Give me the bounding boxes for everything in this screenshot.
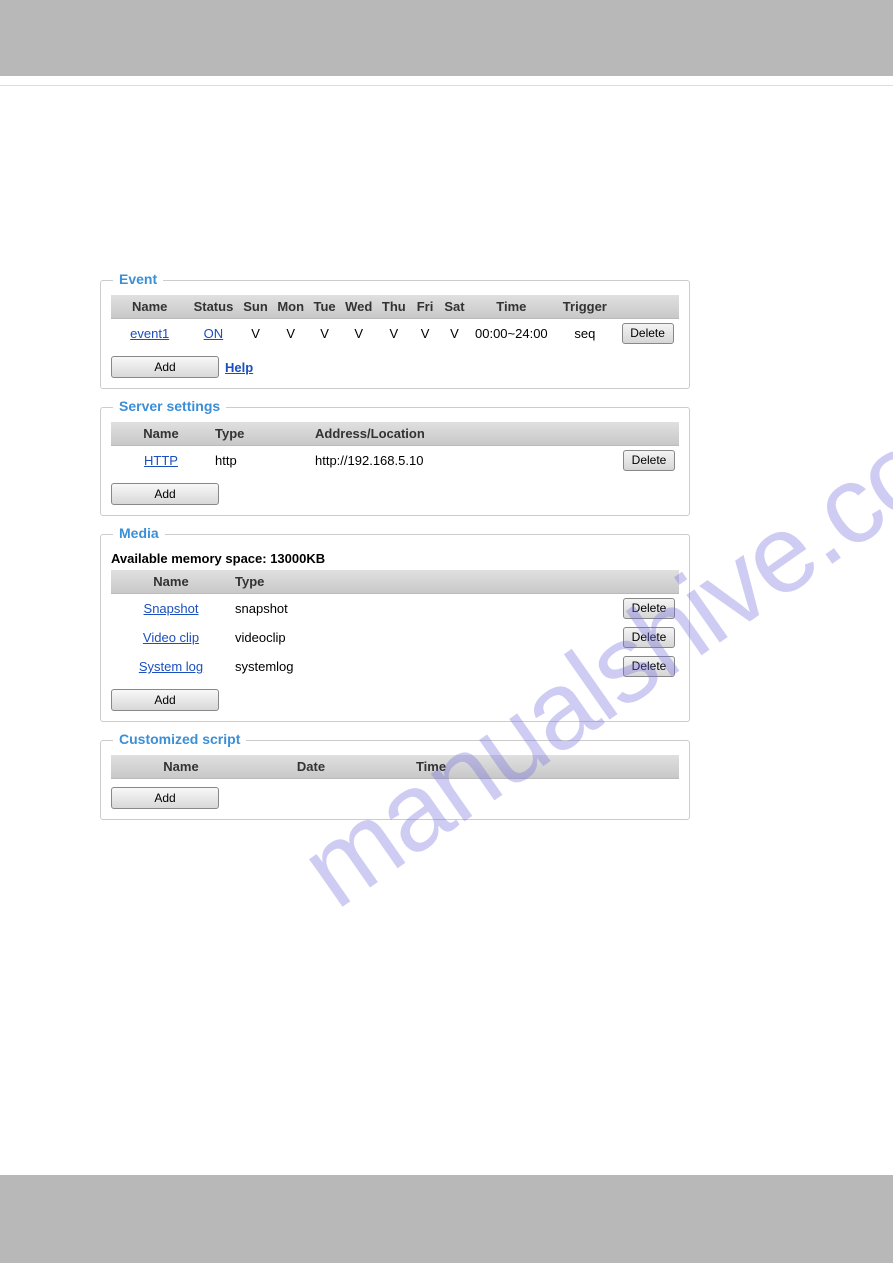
event-th-name: Name: [111, 295, 188, 319]
media-row: System log systemlog Delete: [111, 652, 679, 681]
media-delete-button[interactable]: Delete: [623, 598, 675, 619]
event-fri: V: [410, 319, 439, 349]
top-bar: [0, 0, 893, 76]
script-add-button[interactable]: Add: [111, 787, 219, 809]
event-th-fri: Fri: [410, 295, 439, 319]
media-type: snapshot: [231, 594, 351, 624]
media-th-type: Type: [231, 570, 351, 594]
server-fieldset: Server settings Name Type Address/Locati…: [100, 407, 690, 516]
server-name-link[interactable]: HTTP: [144, 453, 178, 468]
event-sat: V: [440, 319, 470, 349]
event-tue: V: [309, 319, 341, 349]
event-legend: Event: [113, 271, 163, 287]
event-sun: V: [239, 319, 273, 349]
event-fieldset: Event Name Status Sun Mon Tue Wed Thu Fr…: [100, 280, 690, 389]
media-name-link[interactable]: System log: [139, 659, 203, 674]
script-th-time: Time: [371, 755, 491, 779]
media-row: Video clip videoclip Delete: [111, 623, 679, 652]
server-type: http: [211, 446, 311, 476]
media-th-name: Name: [111, 570, 231, 594]
event-th-tue: Tue: [309, 295, 341, 319]
event-delete-button[interactable]: Delete: [622, 323, 674, 344]
event-th-time: Time: [469, 295, 553, 319]
event-status-link[interactable]: ON: [204, 326, 224, 341]
event-wed: V: [340, 319, 377, 349]
event-th-sat: Sat: [440, 295, 470, 319]
event-table: Name Status Sun Mon Tue Wed Thu Fri Sat …: [111, 295, 679, 348]
script-th-name: Name: [111, 755, 251, 779]
server-th-type: Type: [211, 422, 311, 446]
media-type: videoclip: [231, 623, 351, 652]
event-row: event1 ON V V V V V V V 00:00~24:00 seq …: [111, 319, 679, 349]
media-name-link[interactable]: Video clip: [143, 630, 199, 645]
script-th-date: Date: [251, 755, 371, 779]
event-th-status: Status: [188, 295, 238, 319]
server-add-button[interactable]: Add: [111, 483, 219, 505]
media-delete-button[interactable]: Delete: [623, 627, 675, 648]
script-table: Name Date Time: [111, 755, 679, 779]
media-fieldset: Media Available memory space: 13000KB Na…: [100, 534, 690, 722]
server-legend: Server settings: [113, 398, 226, 414]
server-delete-button[interactable]: Delete: [623, 450, 675, 471]
rule: [0, 85, 893, 86]
event-mon: V: [273, 319, 309, 349]
event-time: 00:00~24:00: [469, 319, 553, 349]
help-link[interactable]: Help: [225, 360, 253, 375]
content: Event Name Status Sun Mon Tue Wed Thu Fr…: [100, 280, 690, 838]
media-type: systemlog: [231, 652, 351, 681]
event-name-link[interactable]: event1: [130, 326, 169, 341]
media-memspace: Available memory space: 13000KB: [111, 551, 679, 566]
event-thu: V: [377, 319, 410, 349]
event-th-wed: Wed: [340, 295, 377, 319]
event-th-thu: Thu: [377, 295, 410, 319]
event-trigger: seq: [553, 319, 616, 349]
server-th-name: Name: [111, 422, 211, 446]
server-row: HTTP http http://192.168.5.10 Delete: [111, 446, 679, 476]
event-th-sun: Sun: [239, 295, 273, 319]
media-table: Name Type Snapshot snapshot Delete Video…: [111, 570, 679, 681]
script-fieldset: Customized script Name Date Time Add: [100, 740, 690, 820]
media-row: Snapshot snapshot Delete: [111, 594, 679, 624]
bottom-bar: [0, 1175, 893, 1263]
server-table: Name Type Address/Location HTTP http htt…: [111, 422, 679, 475]
event-th-trigger: Trigger: [553, 295, 616, 319]
media-add-button[interactable]: Add: [111, 689, 219, 711]
event-add-button[interactable]: Add: [111, 356, 219, 378]
event-th-mon: Mon: [273, 295, 309, 319]
server-address: http://192.168.5.10: [311, 446, 619, 476]
media-delete-button[interactable]: Delete: [623, 656, 675, 677]
server-th-address: Address/Location: [311, 422, 619, 446]
media-name-link[interactable]: Snapshot: [144, 601, 199, 616]
script-legend: Customized script: [113, 731, 246, 747]
media-legend: Media: [113, 525, 165, 541]
